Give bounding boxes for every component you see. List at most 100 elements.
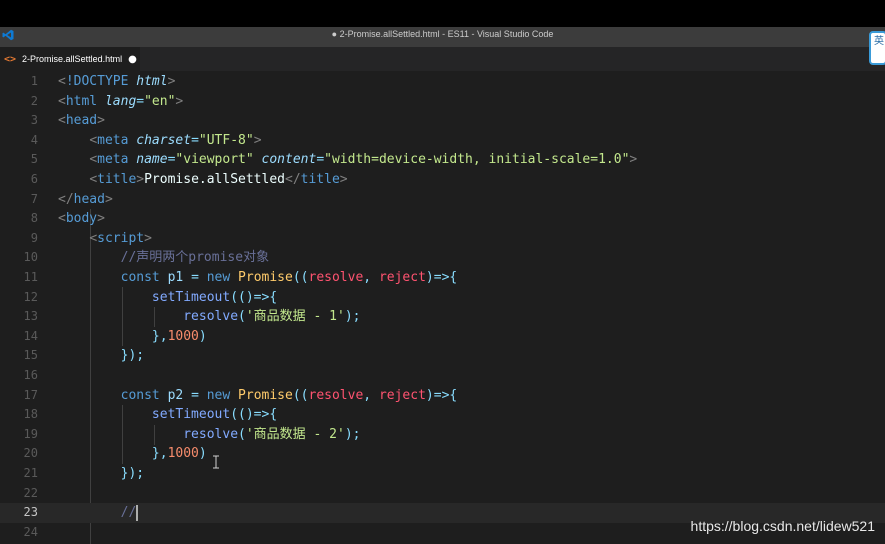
line-number: 2 — [30, 93, 38, 108]
code-line[interactable]: 17 const p2 = new Promise((resolve, reje… — [0, 386, 885, 406]
code-token: < — [89, 172, 98, 187]
code-token: !DOCTYPE — [65, 74, 129, 89]
line-number: 1 — [30, 74, 38, 88]
code-token: reject — [378, 270, 426, 285]
code-text: <!DOCTYPE html> — [58, 72, 175, 92]
window-title: ● 2-Promise.allSettled.html - ES11 - Vis… — [331, 29, 554, 39]
code-token: // — [120, 505, 137, 521]
code-editor[interactable]: 1 <!DOCTYPE html> 2 <html lang="en"> 3 <head>… — [0, 72, 885, 544]
code-token: head — [73, 191, 105, 207]
code-token: > — [97, 211, 105, 227]
code-token: > — [167, 74, 176, 89]
code-line[interactable]: 4 <meta charset="UTF-8"> — [0, 131, 885, 151]
code-text: const p1 = new Promise((resolve, reject)… — [58, 268, 458, 288]
code-line[interactable]: 7 </head> — [0, 190, 885, 210]
code-token: < — [89, 132, 98, 148]
code-token: < — [58, 93, 66, 109]
code-token: > — [175, 93, 184, 109]
code-text: },1000) — [58, 327, 207, 347]
code-line[interactable]: 1 <!DOCTYPE html> — [0, 72, 885, 92]
code-token: body — [65, 211, 98, 227]
line-number: 10 — [23, 250, 38, 265]
code-token: = — [191, 387, 199, 403]
code-token: = — [191, 132, 199, 148]
code-text: <body> — [58, 209, 105, 229]
code-token: p1 — [167, 270, 184, 285]
code-line[interactable]: 11 const p1 = new Promise((resolve, reje… — [0, 268, 885, 288]
code-line[interactable]: 19 resolve('商品数据 - 2'); — [0, 425, 885, 445]
code-line[interactable]: 3 <head> — [0, 111, 885, 131]
code-token: '商品数据 - 1' — [245, 309, 345, 325]
line-number: 17 — [23, 387, 38, 402]
code-token: > — [253, 132, 262, 148]
code-token: "viewport" — [175, 152, 254, 168]
code-line[interactable]: 2 <html lang="en"> — [0, 92, 885, 112]
code-text: //声明两个promise对象 — [58, 248, 269, 268]
code-token: = — [191, 270, 199, 285]
code-line[interactable]: 9 <script> — [0, 229, 885, 249]
code-token: new — [206, 387, 231, 403]
code-token: resolve — [308, 387, 364, 403]
code-token: charset — [136, 132, 192, 148]
ime-indicator[interactable]: 英 — [869, 31, 885, 65]
line-number: 4 — [30, 132, 38, 147]
line-number: 11 — [23, 270, 38, 284]
code-token: resolve — [183, 309, 239, 325]
code-line[interactable]: 12 setTimeout(()=>{ — [0, 288, 885, 308]
line-number: 24 — [23, 524, 38, 539]
code-token: script — [97, 230, 145, 246]
code-token: 1000 — [167, 328, 199, 344]
code-token: resolve — [183, 426, 239, 442]
code-line[interactable]: 15 }); — [0, 346, 885, 366]
unsaved-dot-icon[interactable]: ● — [128, 54, 137, 65]
code-token: head — [65, 113, 98, 129]
code-text: setTimeout(()=>{ — [58, 288, 277, 308]
code-token: setTimeout — [151, 407, 231, 423]
top-black-bar — [0, 0, 885, 27]
code-token: }, — [151, 446, 168, 462]
code-token: (( — [292, 387, 309, 403]
code-token: = — [136, 93, 145, 109]
code-token: lang — [104, 93, 137, 109]
code-line[interactable]: 16 — [0, 366, 885, 386]
code-token: ); — [344, 426, 361, 442]
code-line[interactable]: 18 setTimeout(()=>{ — [0, 405, 885, 425]
code-token: < — [89, 152, 98, 168]
code-token: meta — [97, 132, 129, 148]
code-text: <head> — [58, 111, 105, 131]
code-line[interactable]: 13 resolve('商品数据 - 1'); — [0, 307, 885, 327]
line-number: 16 — [23, 368, 38, 382]
code-text: </head> — [58, 190, 113, 210]
code-token: > — [144, 230, 152, 246]
code-line[interactable]: 8 <body> — [0, 209, 885, 229]
editor-tab[interactable]: <> 2-Promise.allSettled.html ● — [0, 47, 140, 71]
code-token: > — [104, 191, 113, 207]
code-line[interactable]: 5 <meta name="viewport" content="width=d… — [0, 150, 885, 170]
code-line[interactable]: 14 },1000) — [0, 327, 885, 347]
line-number: 18 — [23, 407, 38, 422]
watermark: https://blog.csdn.net/lidew521 — [690, 518, 875, 534]
code-token: "en" — [144, 93, 176, 109]
code-token: new — [206, 270, 231, 285]
code-text: }); — [58, 346, 144, 366]
text-cursor — [136, 504, 139, 521]
code-token: < — [58, 211, 66, 227]
code-line[interactable]: 20 },1000) — [0, 444, 885, 464]
code-line[interactable]: 6 <title>Promise.allSettled</title> — [0, 170, 885, 190]
code-line[interactable]: 21 }); — [0, 464, 885, 484]
code-text: <meta charset="UTF-8"> — [58, 131, 262, 151]
code-line[interactable]: 22 — [0, 484, 885, 504]
code-line[interactable]: 10 //声明两个promise对象 — [0, 248, 885, 268]
line-number: 3 — [30, 113, 38, 128]
code-token: > — [136, 172, 145, 187]
code-token: </ — [285, 172, 301, 187]
line-number: 19 — [23, 426, 38, 441]
code-token: //声明两个promise对象 — [120, 250, 270, 266]
